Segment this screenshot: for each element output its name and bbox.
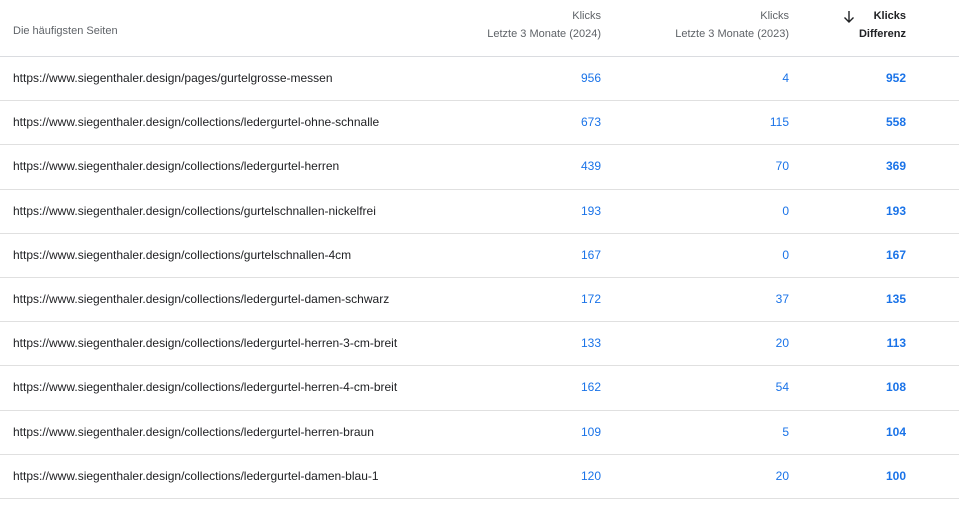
row-clicks-2024: 167 [580, 247, 601, 262]
row-url: https://www.siegenthaler.design/collecti… [13, 291, 390, 306]
table-row[interactable]: https://www.siegenthaler.design/pages/gu… [0, 57, 959, 102]
table-row[interactable]: https://www.siegenthaler.design/collecti… [0, 278, 959, 323]
row-url: https://www.siegenthaler.design/collecti… [13, 203, 376, 218]
row-clicks-2024: 109 [580, 424, 601, 439]
table-row[interactable]: https://www.siegenthaler.design/collecti… [0, 455, 959, 499]
row-diff: 167 [885, 247, 906, 262]
header-clicks-2024[interactable]: Klicks Letzte 3 Monate (2024) [487, 7, 601, 43]
row-clicks-2023: 115 [769, 115, 789, 130]
row-clicks-2023: 70 [775, 159, 789, 174]
row-clicks-2024: 162 [580, 380, 601, 395]
table-row[interactable]: https://www.siegenthaler.design/collecti… [0, 234, 959, 278]
row-diff: 558 [885, 115, 906, 130]
header-clicks-2023[interactable]: Klicks Letzte 3 Monate (2023) [675, 7, 789, 43]
table-row[interactable]: https://www.siegenthaler.design/collecti… [0, 411, 959, 455]
row-url: https://www.siegenthaler.design/pages/gu… [13, 71, 333, 85]
header-pages[interactable]: Die häufigsten Seiten [13, 22, 118, 40]
row-url: https://www.siegenthaler.design/collecti… [13, 468, 379, 483]
row-url: https://www.siegenthaler.design/collecti… [13, 159, 340, 174]
header-clicks-2023-title: Klicks [760, 10, 789, 22]
table-row[interactable]: https://www.siegenthaler.design/collecti… [0, 322, 959, 367]
row-clicks-2024: 133 [580, 336, 601, 351]
row-diff: 193 [885, 203, 906, 218]
row-clicks-2023: 0 [782, 203, 789, 218]
row-clicks-2023: 4 [782, 71, 789, 85]
row-clicks-2024: 439 [580, 159, 601, 174]
row-diff: 952 [885, 71, 906, 85]
row-url: https://www.siegenthaler.design/collecti… [13, 247, 352, 262]
row-clicks-2024: 120 [580, 468, 601, 483]
row-url: https://www.siegenthaler.design/collecti… [13, 380, 398, 395]
header-clicks-diff-sub: Differenz [858, 28, 906, 40]
row-clicks-2023: 20 [775, 336, 789, 351]
row-clicks-2023: 0 [782, 247, 789, 262]
table-row[interactable]: https://www.siegenthaler.design/collecti… [0, 145, 959, 190]
row-diff: 104 [885, 424, 906, 439]
table-row[interactable]: https://www.siegenthaler.design/collecti… [0, 190, 959, 234]
row-clicks-2023: 37 [775, 291, 789, 306]
row-diff: 135 [885, 291, 906, 306]
row-diff: 369 [885, 159, 906, 174]
row-url: https://www.siegenthaler.design/collecti… [13, 115, 380, 130]
table-row[interactable]: https://www.siegenthaler.design/collecti… [0, 101, 959, 146]
header-clicks-2024-sub: Letzte 3 Monate (2024) [487, 28, 601, 40]
row-clicks-2024: 172 [580, 291, 601, 306]
row-diff: 108 [885, 380, 906, 395]
arrow-down-icon[interactable] [843, 10, 855, 24]
row-clicks-2024: 956 [580, 71, 601, 85]
table-header: Die häufigsten Seiten Klicks Letzte 3 Mo… [0, 0, 959, 57]
row-diff: 113 [886, 336, 906, 351]
row-clicks-2023: 54 [775, 380, 789, 395]
header-clicks-diff[interactable]: Klicks Differenz [859, 7, 906, 43]
table-row[interactable]: https://www.siegenthaler.design/collecti… [0, 366, 959, 411]
row-url: https://www.siegenthaler.design/collecti… [13, 424, 374, 439]
header-clicks-2024-title: Klicks [572, 10, 601, 22]
row-clicks-2024: 673 [580, 115, 601, 130]
header-clicks-diff-title: Klicks [873, 10, 906, 22]
top-pages-table: Die häufigsten Seiten Klicks Letzte 3 Mo… [0, 0, 959, 499]
row-clicks-2023: 5 [782, 424, 789, 439]
header-clicks-2023-sub: Letzte 3 Monate (2023) [675, 28, 789, 40]
row-diff: 100 [885, 468, 906, 483]
row-clicks-2023: 20 [775, 468, 789, 483]
row-url: https://www.siegenthaler.design/collecti… [13, 336, 398, 351]
row-clicks-2024: 193 [580, 203, 601, 218]
